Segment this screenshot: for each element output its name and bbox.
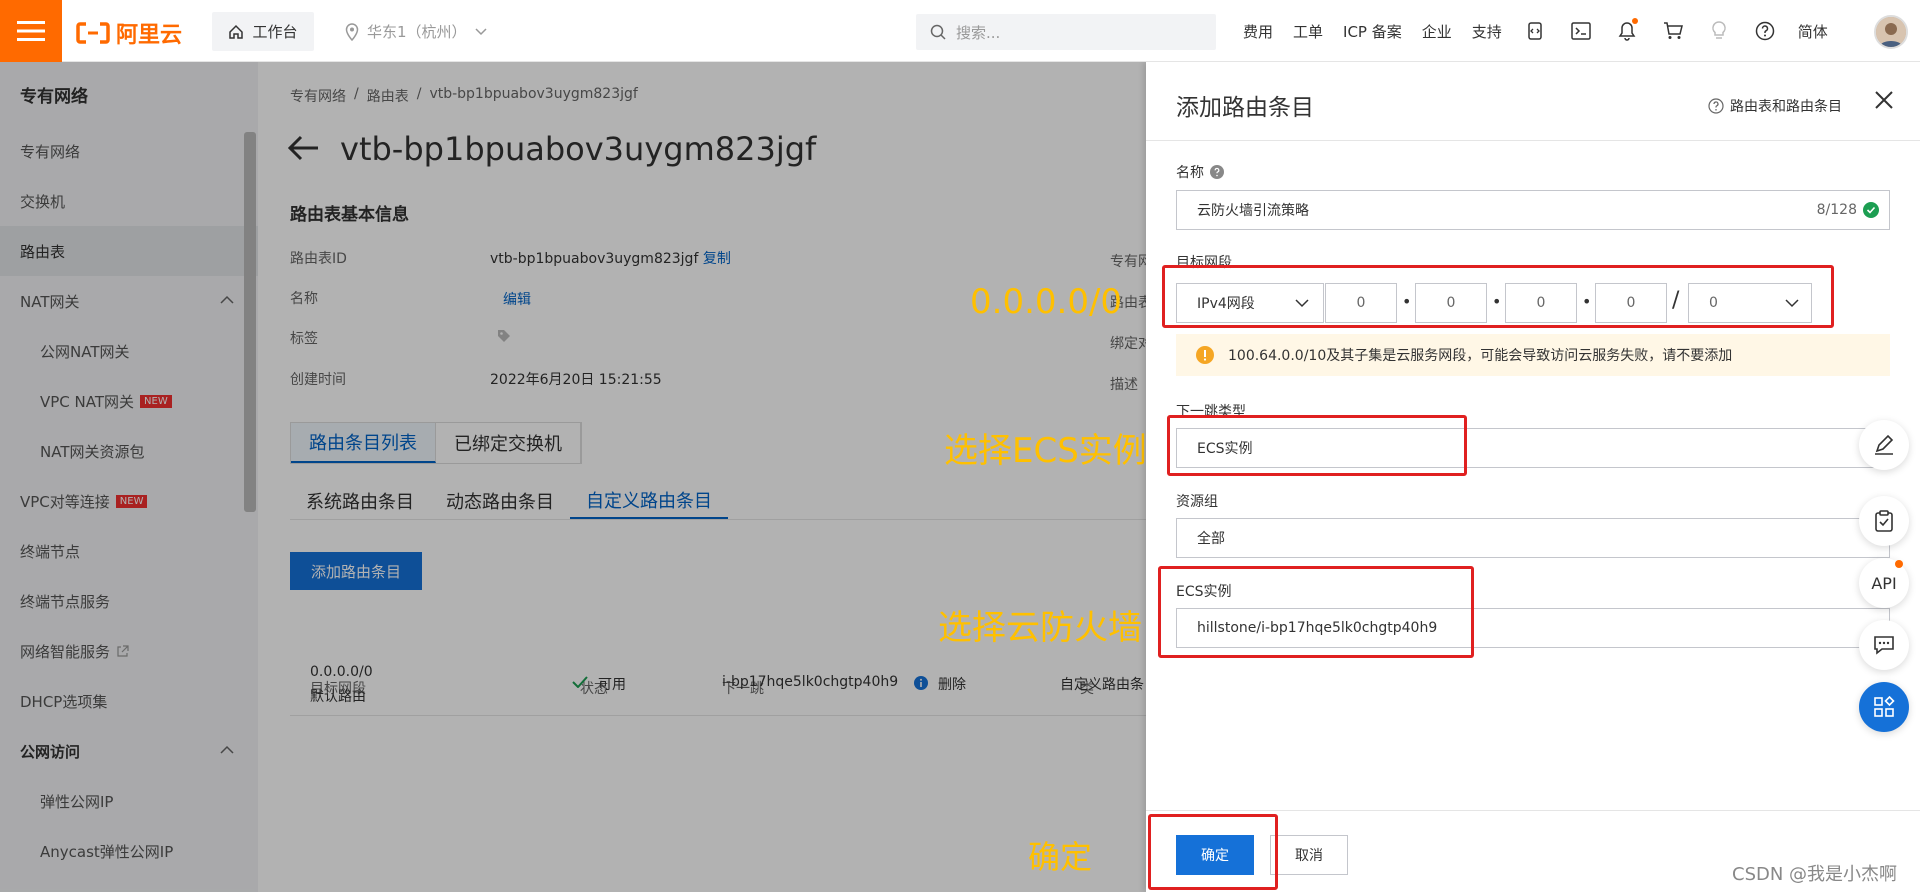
char-counter: 8/128 [1817, 202, 1879, 218]
mask-slash: / [1672, 288, 1680, 313]
drawer-title: 添加路由条目 [1176, 95, 1314, 121]
ip-octet-2[interactable]: 0 [1415, 283, 1487, 323]
region-label: 华东1（杭州） [367, 23, 467, 41]
api-label: API [1871, 573, 1897, 593]
check-circle-icon [1863, 202, 1879, 218]
feedback-tool-button[interactable] [1859, 620, 1909, 670]
name-field-label: 名称 [1176, 162, 1224, 182]
help-link-label: 路由表和路由条目 [1730, 99, 1842, 115]
nav-support[interactable]: 支持 [1472, 21, 1502, 42]
warning-banner: 100.64.0.0/10及其子集是云服务网段，可能会导致访问云服务失败，请不要… [1176, 334, 1890, 376]
ip-dot: • [1582, 292, 1592, 311]
logo-text: 阿里云 [116, 23, 183, 48]
notification-dot [1631, 18, 1638, 24]
ecs-instance-label: ECS实例 [1176, 584, 1232, 600]
edit-tool-button[interactable] [1859, 420, 1909, 470]
add-route-drawer: 添加路由条目 路由表和路由条目 名称 云防火墙引流策略 8/128 目标网段 I… [1146, 62, 1920, 892]
search-icon [930, 24, 946, 40]
workbench-button[interactable]: 工作台 [212, 12, 314, 51]
name-label-text: 名称 [1176, 165, 1204, 181]
top-bar: 阿里云 工作台 华东1（杭州） 搜索... 费用 工单 ICP 备案 企业 支持… [0, 0, 1920, 62]
warning-text: 100.64.0.0/10及其子集是云服务网段，可能会导致访问云服务失败，请不要… [1228, 348, 1733, 364]
avatar[interactable] [1874, 15, 1908, 49]
terminal-icon[interactable] [1568, 18, 1594, 44]
aliyun-logo[interactable]: 阿里云 [76, 17, 182, 49]
annotation-confirm: 确定 [1028, 838, 1093, 876]
notification-dot [1895, 560, 1903, 568]
chevron-down-icon [1295, 298, 1309, 307]
chevron-down-icon [475, 27, 487, 35]
next-hop-select[interactable]: ECS实例 [1176, 428, 1890, 468]
app-icon[interactable] [1522, 18, 1548, 44]
ecs-instance-select[interactable]: hillstone/i-bp17hqe5lk0chgtp40h9 [1176, 608, 1890, 648]
annotation-select-ecs: 选择ECS实例 [944, 431, 1147, 471]
cart-icon[interactable] [1660, 18, 1686, 44]
apps-tool-button[interactable] [1859, 682, 1909, 732]
ip-dot: • [1492, 292, 1502, 311]
clipboard-tool-button[interactable] [1859, 496, 1909, 546]
language-switch[interactable]: 简体 [1798, 21, 1828, 42]
route-name-value: 云防火墙引流策略 [1197, 203, 1309, 219]
pencil-icon [1875, 434, 1894, 455]
clipboard-icon [1875, 510, 1893, 532]
aliyun-logo-icon [76, 22, 110, 44]
lightbulb-icon[interactable] [1706, 18, 1732, 44]
top-nav: 费用 工单 ICP 备案 企业 支持 简体 [1243, 0, 1828, 62]
ip-octet-3[interactable]: 0 [1505, 283, 1577, 323]
next-hop-value: ECS实例 [1197, 441, 1253, 457]
warning-icon [1196, 346, 1214, 364]
next-hop-label: 下一跳类型 [1176, 404, 1246, 420]
grid-apps-icon [1874, 696, 1895, 717]
watermark: CSDN @我是小杰啊 [1732, 864, 1898, 885]
modal-overlay[interactable] [258, 62, 1146, 892]
region-selector[interactable]: 华东1（杭州） [345, 12, 487, 51]
nav-icp[interactable]: ICP 备案 [1343, 21, 1402, 42]
route-name-input[interactable]: 云防火墙引流策略 8/128 [1176, 190, 1890, 230]
resource-group-label: 资源组 [1176, 494, 1218, 510]
nav-billing[interactable]: 费用 [1243, 21, 1273, 42]
nav-ticket[interactable]: 工单 [1293, 21, 1323, 42]
ecs-instance-value: hillstone/i-bp17hqe5lk0chgtp40h9 [1197, 620, 1438, 636]
ip-dot: • [1402, 292, 1412, 311]
annotation-cidr: 0.0.0.0/0 [970, 282, 1123, 322]
ip-octet-1[interactable]: 0 [1325, 283, 1397, 323]
sidebar-overlay [0, 62, 258, 892]
search-input[interactable]: 搜索... [916, 14, 1216, 50]
workbench-label: 工作台 [252, 23, 298, 41]
chat-icon [1874, 636, 1894, 655]
chevron-down-icon [1785, 298, 1799, 307]
search-placeholder: 搜索... [956, 23, 1001, 42]
help-link[interactable]: 路由表和路由条目 [1708, 96, 1842, 116]
ip-version-value: IPv4网段 [1197, 296, 1255, 312]
char-count-text: 8/128 [1816, 202, 1857, 218]
ip-octet-4[interactable]: 0 [1595, 283, 1667, 323]
location-icon [345, 22, 359, 41]
cancel-button[interactable]: 取消 [1270, 835, 1348, 875]
resource-group-value: 全部 [1197, 531, 1225, 547]
mask-value: 0 [1709, 295, 1718, 311]
ip-version-select[interactable]: IPv4网段 [1176, 283, 1324, 323]
bell-icon[interactable] [1614, 18, 1640, 44]
confirm-button[interactable]: 确定 [1176, 835, 1254, 875]
nav-enterprise[interactable]: 企业 [1422, 21, 1452, 42]
drawer-divider [1146, 140, 1920, 141]
close-icon[interactable] [1874, 90, 1894, 110]
mask-select[interactable]: 0 [1688, 283, 1812, 323]
dest-cidr-label: 目标网段 [1176, 255, 1232, 271]
resource-group-select[interactable]: 全部 [1176, 518, 1890, 558]
annotation-select-firewall: 选择云防火墙 [938, 608, 1142, 648]
help-icon[interactable] [1210, 165, 1224, 179]
help-icon[interactable] [1752, 18, 1778, 44]
menu-icon[interactable] [0, 0, 62, 62]
question-icon [1708, 98, 1724, 114]
api-tool-button[interactable]: API [1859, 558, 1909, 608]
home-icon [229, 24, 244, 39]
